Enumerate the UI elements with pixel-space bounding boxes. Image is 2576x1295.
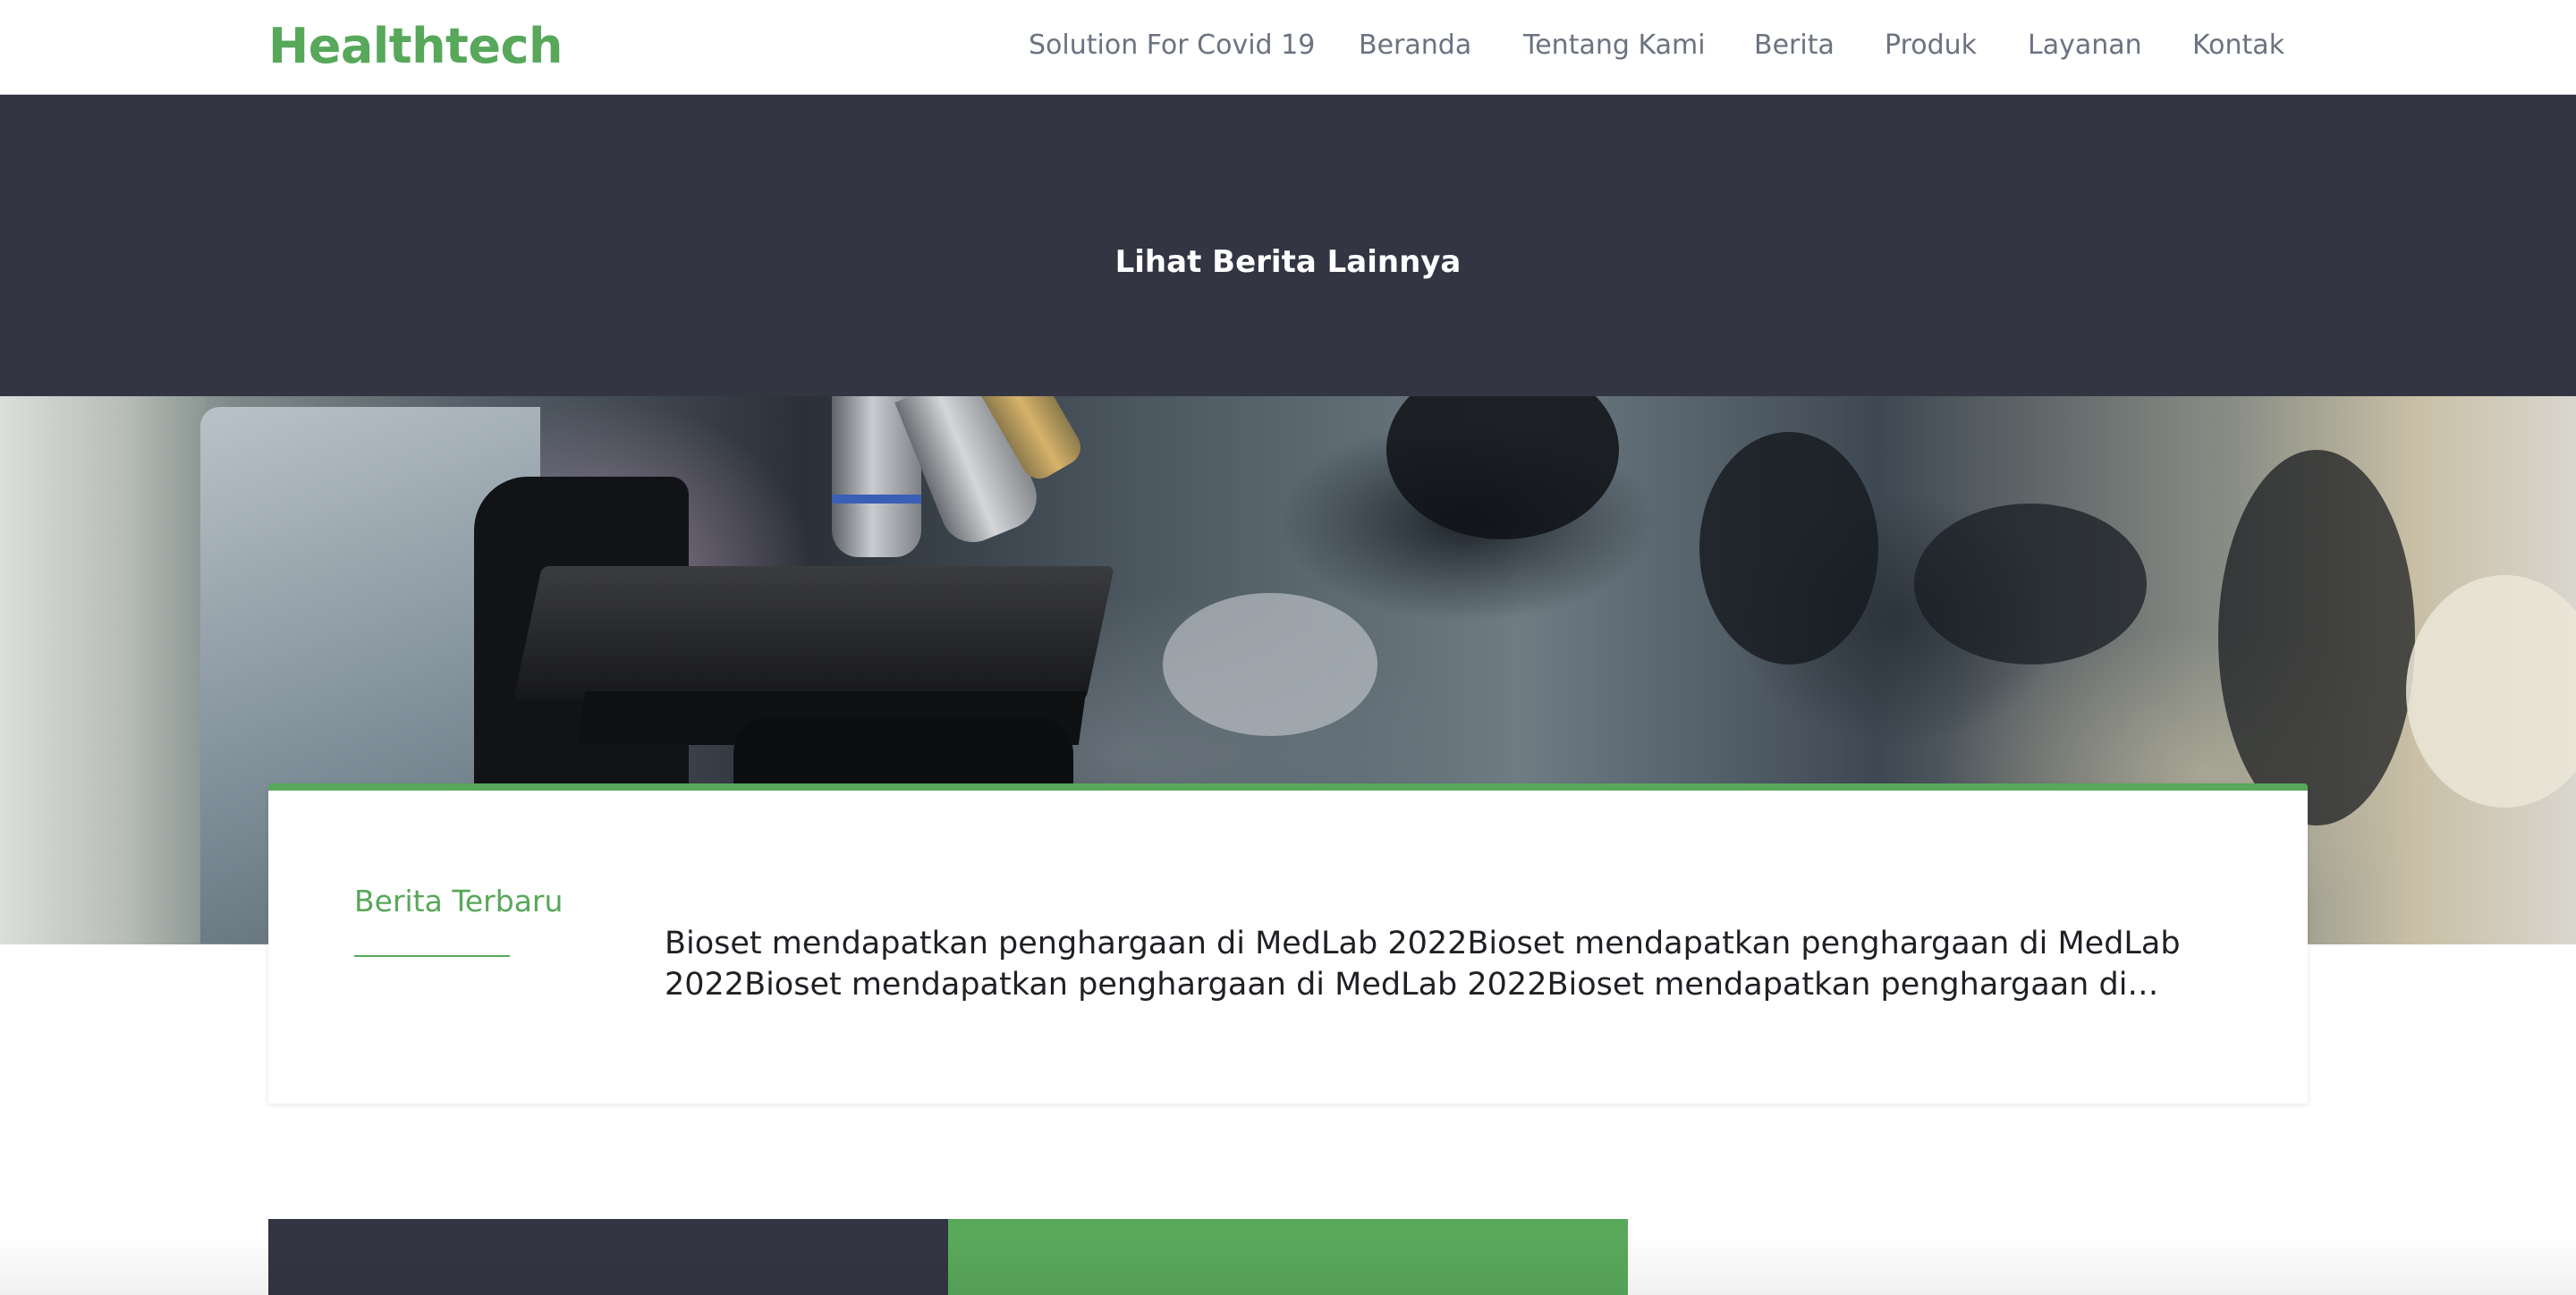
bottom-green-block xyxy=(948,1219,1628,1295)
site-header: Healthtech Solution For Covid 19 Beranda… xyxy=(0,0,2576,95)
nav-item-tentang-kami[interactable]: Tentang Kami xyxy=(1523,28,1706,63)
nav-item-kontak[interactable]: Kontak xyxy=(2192,28,2284,63)
latest-news-text[interactable]: Bioset mendapatkan penghargaan di MedLab… xyxy=(665,923,2243,1005)
latest-news-card[interactable]: Berita Terbaru Bioset mendapatkan pengha… xyxy=(268,783,2308,1104)
nav-item-solution-covid[interactable]: Solution For Covid 19 xyxy=(1029,28,1315,63)
hero-blur-shape xyxy=(2406,575,2576,808)
hero-blur-shape xyxy=(1914,504,2147,664)
hero-blur-shape xyxy=(2218,450,2415,825)
banner-title: Lihat Berita Lainnya xyxy=(1114,244,1462,280)
hero-blur-shape xyxy=(1163,593,1377,736)
hero-blur-shape xyxy=(1386,396,1619,539)
page-banner: Lihat Berita Lainnya xyxy=(0,95,2576,396)
page: Healthtech Solution For Covid 19 Beranda… xyxy=(0,0,2576,1295)
latest-news-label: Berita Terbaru xyxy=(354,884,564,918)
hero-wall xyxy=(0,396,206,944)
nav-item-beranda[interactable]: Beranda xyxy=(1359,28,1471,63)
nav-item-produk[interactable]: Produk xyxy=(1885,28,1977,63)
latest-news-underline xyxy=(354,955,510,957)
hero-blur-shape xyxy=(1699,432,1878,664)
nav-item-layanan[interactable]: Layanan xyxy=(2028,28,2142,63)
site-logo[interactable]: Healthtech xyxy=(268,18,563,75)
nav-item-berita[interactable]: Berita xyxy=(1754,28,1835,63)
bottom-dark-block xyxy=(268,1219,948,1295)
hero-microscope-stage xyxy=(513,566,1114,700)
hero-lens-ring xyxy=(832,495,921,504)
